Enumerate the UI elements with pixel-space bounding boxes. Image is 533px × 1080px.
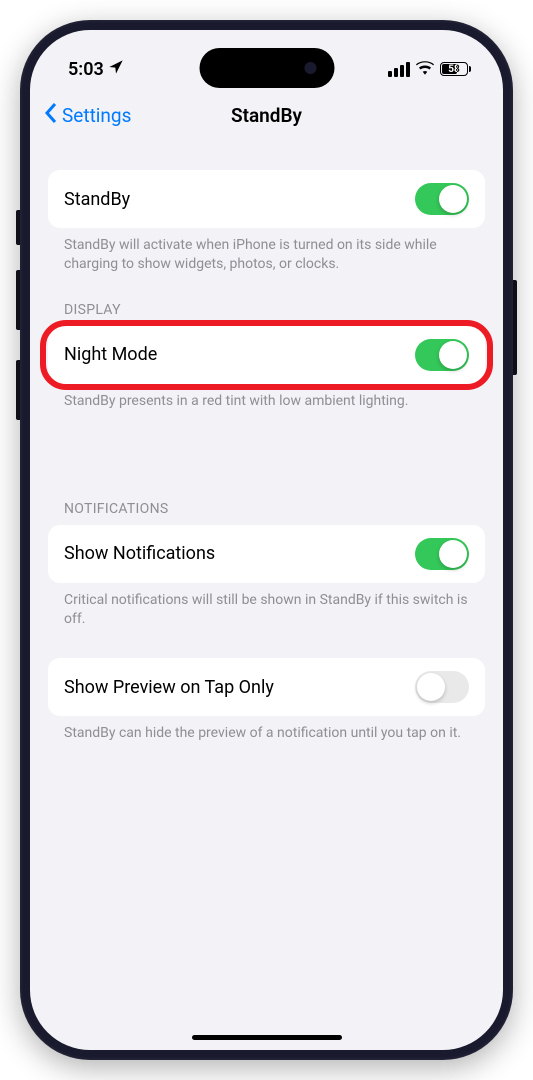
show-notifications-footer: Critical notifications will still be sho… bbox=[48, 583, 485, 629]
show-notifications-toggle[interactable] bbox=[415, 538, 469, 570]
cellular-icon bbox=[388, 62, 410, 77]
display-section-header: DISPLAY bbox=[48, 302, 485, 326]
status-time-area: 5:03 bbox=[68, 59, 124, 80]
battery-percent: 58 bbox=[448, 64, 459, 75]
power-button[interactable] bbox=[513, 280, 517, 375]
volume-up-button[interactable] bbox=[16, 270, 20, 330]
page-title: StandBy bbox=[231, 104, 302, 127]
volume-down-button[interactable] bbox=[16, 360, 20, 420]
dynamic-island bbox=[199, 48, 334, 88]
back-button[interactable]: Settings bbox=[44, 102, 131, 129]
phone-frame: 5:03 58 bbox=[20, 20, 513, 1060]
chevron-left-icon bbox=[44, 102, 58, 129]
navigation-bar: Settings StandBy bbox=[30, 90, 503, 140]
night-mode-label: Night Mode bbox=[64, 344, 157, 365]
show-preview-label: Show Preview on Tap Only bbox=[64, 677, 274, 698]
standby-label: StandBy bbox=[64, 189, 130, 210]
screen: 5:03 58 bbox=[30, 30, 503, 1050]
mute-switch[interactable] bbox=[16, 210, 20, 245]
settings-content: StandBy StandBy will activate when iPhon… bbox=[30, 140, 503, 743]
night-mode-cell[interactable]: Night Mode bbox=[48, 326, 485, 384]
night-mode-footer: StandBy presents in a red tint with low … bbox=[48, 384, 485, 411]
status-right: 58 bbox=[388, 60, 471, 79]
location-icon bbox=[108, 59, 124, 80]
notifications-section-header: NOTIFICATIONS bbox=[48, 501, 485, 525]
show-notifications-cell[interactable]: Show Notifications bbox=[48, 525, 485, 583]
battery-icon: 58 bbox=[440, 62, 471, 76]
show-notifications-label: Show Notifications bbox=[64, 543, 215, 564]
back-label: Settings bbox=[62, 104, 131, 127]
night-mode-highlight: Night Mode bbox=[48, 326, 485, 384]
standby-footer: StandBy will activate when iPhone is tur… bbox=[48, 228, 485, 274]
status-time: 5:03 bbox=[68, 59, 104, 80]
standby-cell[interactable]: StandBy bbox=[48, 170, 485, 228]
standby-toggle[interactable] bbox=[415, 183, 469, 215]
show-preview-cell[interactable]: Show Preview on Tap Only bbox=[48, 658, 485, 716]
show-preview-toggle[interactable] bbox=[415, 671, 469, 703]
wifi-icon bbox=[416, 60, 434, 79]
side-buttons-left bbox=[16, 210, 20, 450]
show-preview-footer: StandBy can hide the preview of a notifi… bbox=[48, 716, 485, 743]
night-mode-toggle[interactable] bbox=[415, 339, 469, 371]
home-indicator[interactable] bbox=[192, 1035, 342, 1040]
